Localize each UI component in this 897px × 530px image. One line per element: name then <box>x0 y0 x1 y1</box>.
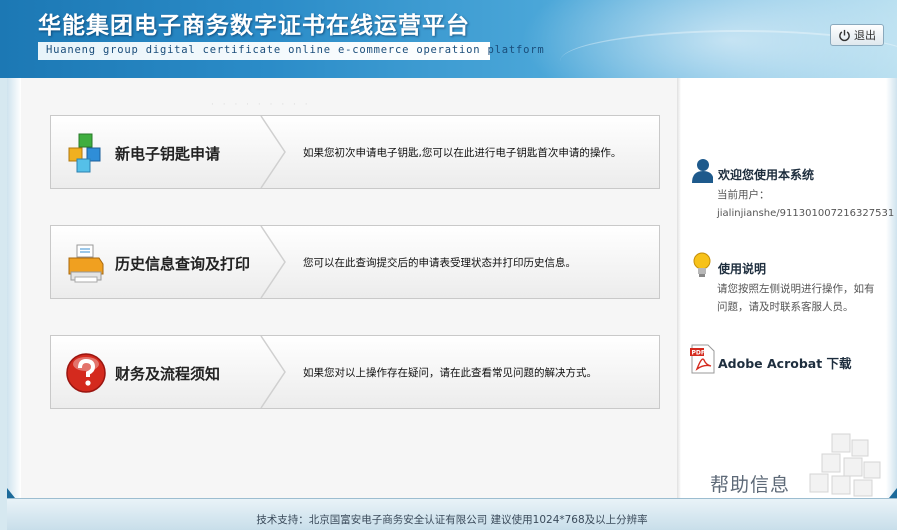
main-watermark: · · · · · · · · · <box>211 100 311 110</box>
acrobat-download-link[interactable]: Adobe Acrobat 下载 <box>718 353 852 372</box>
logout-button[interactable]: 退出 <box>830 24 884 46</box>
help-info-title: 帮助信息 <box>710 474 791 496</box>
frame-left <box>7 78 21 498</box>
card-new-key[interactable]: 新电子钥匙申请 如果您初次申请电子钥匙,您可以在此进行电子钥匙首次申请的操作。 <box>50 115 660 189</box>
footer-corner-right <box>889 488 897 498</box>
help-icon <box>66 353 106 393</box>
chevron-divider <box>260 336 286 408</box>
card-finance-process[interactable]: 财务及流程须知 如果您对以上操作存在疑问，请在此查看常见问题的解决方式。 <box>50 335 660 409</box>
chevron-divider <box>260 116 286 188</box>
platform-title: 华能集团电子商务数字证书在线运营平台 <box>38 13 470 39</box>
printer-icon <box>68 244 104 283</box>
welcome-title: 欢迎您使用本系统 <box>718 168 815 182</box>
card-label: 财务及流程须知 <box>115 365 221 383</box>
logout-label: 退出 <box>854 29 876 42</box>
footer-corner-left <box>7 488 15 498</box>
footer-text: 技术支持：北京国富安电子商务安全认证有限公司 建议使用1024*768及以上分辨… <box>256 514 648 526</box>
svg-text:PDF: PDF <box>692 350 705 357</box>
power-icon <box>839 29 850 41</box>
card-label: 历史信息查询及打印 <box>115 255 251 273</box>
card-history-query[interactable]: 历史信息查询及打印 您可以在此查询提交后的申请表受理状态并打印历史信息。 <box>50 225 660 299</box>
card-label: 新电子钥匙申请 <box>115 145 221 163</box>
pdf-icon[interactable]: PDF <box>690 344 716 374</box>
card-description: 如果您初次申请电子钥匙,您可以在此进行电子钥匙首次申请的操作。 <box>303 147 622 159</box>
current-user-value: jialinjianshe/911301007216327531 <box>717 208 895 219</box>
platform-subtitle: Huaneng group digital certificate online… <box>46 44 545 56</box>
cubes-icon <box>68 133 101 173</box>
frame-right <box>886 78 897 498</box>
current-user-label: 当前用户： <box>717 189 770 201</box>
instructions-title: 使用说明 <box>718 262 767 276</box>
user-icon <box>692 159 713 183</box>
chevron-divider <box>260 226 286 298</box>
decorative-cubes <box>809 433 881 497</box>
card-description: 您可以在此查询提交后的申请表受理状态并打印历史信息。 <box>303 257 576 269</box>
card-description: 如果您对以上操作存在疑问，请在此查看常见问题的解决方式。 <box>303 367 597 379</box>
instructions-text: 请您按照左侧说明进行操作，如有问题，请及时联系客服人员。 <box>717 283 875 313</box>
lightbulb-icon <box>693 252 711 277</box>
